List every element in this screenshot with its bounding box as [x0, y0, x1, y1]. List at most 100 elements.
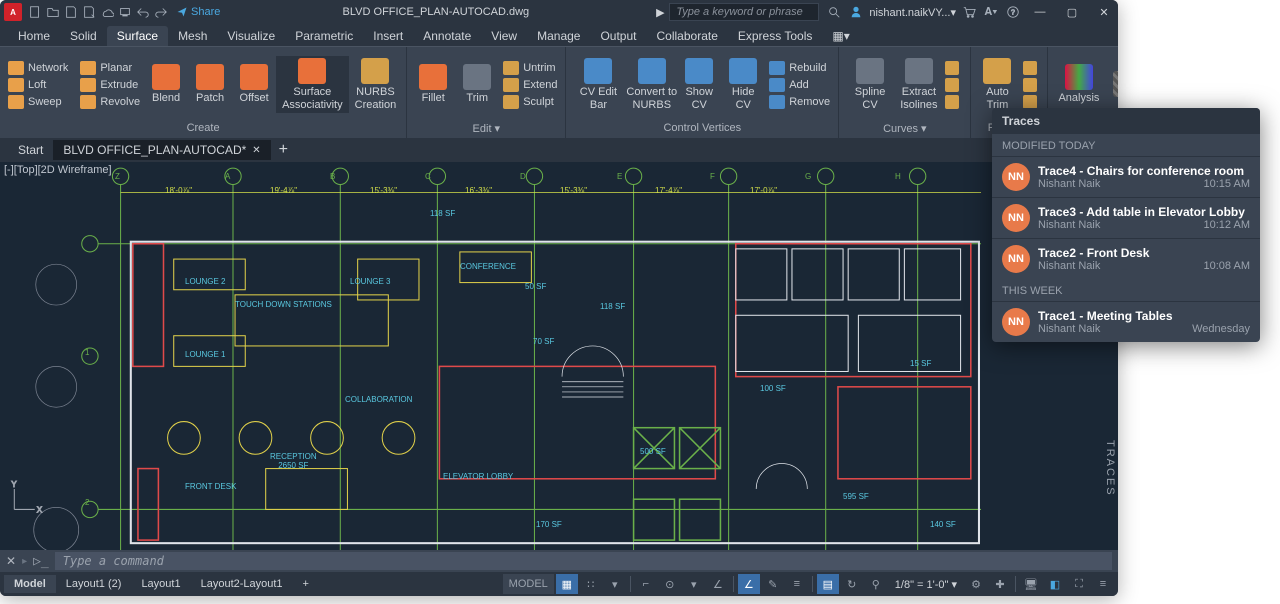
cart-icon[interactable]	[960, 3, 978, 21]
trace-item[interactable]: NN Trace2 - Front Desk Nishant Naik10:08…	[992, 238, 1260, 279]
username-label[interactable]: nishant.naikVY...▾	[869, 6, 956, 19]
app-logo-icon[interactable]: A	[4, 3, 22, 21]
close-tab-icon[interactable]: ✕	[252, 145, 260, 156]
dropdown-1[interactable]: ▾	[604, 574, 626, 594]
annotation-scale-icon[interactable]: ⚲	[865, 574, 887, 594]
autotrim-button[interactable]: Auto Trim	[975, 56, 1019, 112]
new-tab-button[interactable]: +	[271, 138, 296, 162]
snap-icon[interactable]: ∷	[580, 574, 602, 594]
customize-icon[interactable]: ≡	[1092, 574, 1114, 594]
untrim-button[interactable]: Untrim	[499, 60, 561, 76]
user-icon[interactable]	[847, 3, 865, 21]
share-button[interactable]: Share	[176, 6, 220, 18]
tab-express[interactable]: Express Tools	[728, 26, 822, 46]
layout-model[interactable]: Model	[4, 575, 56, 593]
new-icon[interactable]	[26, 3, 44, 21]
traces-tab-vertical[interactable]: TRACES	[1104, 440, 1116, 497]
tab-annotate[interactable]: Annotate	[413, 26, 481, 46]
tab-output[interactable]: Output	[590, 26, 646, 46]
polar-icon[interactable]: ⊙	[659, 574, 681, 594]
plot-icon[interactable]	[116, 3, 134, 21]
show-cv-button[interactable]: Show CV	[677, 56, 721, 112]
remove-cv-button[interactable]: Remove	[765, 94, 834, 110]
tab-home[interactable]: Home	[8, 26, 60, 46]
convert-nurbs-button[interactable]: Convert to NURBS	[626, 56, 677, 112]
command-input[interactable]: Type a command	[55, 552, 1112, 570]
open-icon[interactable]	[44, 3, 62, 21]
sculpt-button[interactable]: Sculpt	[499, 94, 561, 110]
hide-cv-button[interactable]: Hide CV	[721, 56, 765, 112]
model-space-button[interactable]: MODEL	[503, 574, 554, 594]
rebuild-button[interactable]: Rebuild	[765, 60, 834, 76]
lineweight-icon[interactable]: ≡	[786, 574, 808, 594]
offset-button[interactable]: Offset	[232, 62, 276, 106]
close-button[interactable]: ✕	[1090, 3, 1118, 21]
save-icon[interactable]	[62, 3, 80, 21]
undo-icon[interactable]	[134, 3, 152, 21]
osnap-icon[interactable]: ∠	[738, 574, 760, 594]
tab-visualize[interactable]: Visualize	[217, 26, 285, 46]
transparency-icon[interactable]: ▤	[817, 574, 839, 594]
gear-icon[interactable]: ⚙	[965, 574, 987, 594]
tab-surface[interactable]: Surface	[107, 26, 168, 46]
spline-cv-button[interactable]: Spline CV	[843, 56, 897, 112]
extrude-button[interactable]: Extrude	[76, 77, 144, 93]
extract-isolines-button[interactable]: Extract Isolines	[897, 56, 941, 112]
sweep-button[interactable]: Sweep	[4, 94, 72, 110]
maximize-button[interactable]: ▢	[1058, 3, 1086, 21]
blend-button[interactable]: Blend	[144, 62, 188, 106]
apps-icon[interactable]: 𝐀▾	[982, 3, 1000, 21]
extend-button[interactable]: Extend	[499, 77, 561, 93]
minimize-button[interactable]: —	[1026, 3, 1054, 21]
scale-display[interactable]: 1/8" = 1'-0" ▾	[889, 578, 963, 591]
tab-featured[interactable]: ▦▾	[822, 26, 859, 46]
search-input[interactable]: Type a keyword or phrase	[669, 3, 819, 21]
tab-mesh[interactable]: Mesh	[168, 26, 217, 46]
layout-1[interactable]: Layout1	[131, 575, 190, 593]
ortho-icon[interactable]: ⌐	[635, 574, 657, 594]
network-button[interactable]: Network	[4, 60, 72, 76]
trace-item[interactable]: NN Trace3 - Add table in Elevator Lobby …	[992, 197, 1260, 238]
cycling-icon[interactable]: ↻	[841, 574, 863, 594]
clean-icon[interactable]: ◧	[1044, 574, 1066, 594]
proj-opt2[interactable]	[1019, 77, 1043, 93]
planar-button[interactable]: Planar	[76, 60, 144, 76]
group-label-edit[interactable]: Edit ▾	[407, 122, 565, 138]
layout-add[interactable]: +	[293, 575, 319, 593]
tab-insert[interactable]: Insert	[363, 26, 413, 46]
dropdown-2[interactable]: ▾	[683, 574, 705, 594]
isolate-icon[interactable]: ✚	[989, 574, 1011, 594]
tab-manage[interactable]: Manage	[527, 26, 590, 46]
analysis-button[interactable]: Analysis	[1052, 62, 1105, 106]
layout-1-2[interactable]: Layout1 (2)	[56, 575, 132, 593]
saveas-icon[interactable]	[80, 3, 98, 21]
curve-opt3[interactable]	[941, 94, 967, 110]
help-icon[interactable]: ?	[1004, 3, 1022, 21]
otrack-icon[interactable]: ✎	[762, 574, 784, 594]
trace-item[interactable]: NN Trace1 - Meeting Tables Nishant NaikW…	[992, 301, 1260, 342]
curve-opt1[interactable]	[941, 60, 967, 76]
add-cv-button[interactable]: Add	[765, 77, 834, 93]
nurbs-creation-button[interactable]: NURBS Creation	[349, 56, 403, 112]
cmd-close-icon[interactable]: ✕	[6, 554, 16, 568]
redo-icon[interactable]	[152, 3, 170, 21]
surface-associativity-button[interactable]: Surface Associativity	[276, 56, 349, 112]
grid-icon[interactable]: ▦	[556, 574, 578, 594]
angle-icon[interactable]: ∠	[707, 574, 729, 594]
drawing-canvas[interactable]: [-][Top][2D Wireframe]	[0, 162, 1118, 550]
hardware-icon[interactable]: 🖥	[1020, 574, 1042, 594]
cv-editbar-button[interactable]: CV Edit Bar	[570, 56, 626, 112]
revolve-button[interactable]: Revolve	[76, 94, 144, 110]
tab-collaborate[interactable]: Collaborate	[647, 26, 728, 46]
analysis-more[interactable]	[1105, 69, 1118, 101]
loft-button[interactable]: Loft	[4, 77, 72, 93]
cmd-grip-icon[interactable]: ▸	[22, 556, 27, 567]
fullscreen-icon[interactable]: ⛶	[1068, 574, 1090, 594]
curve-opt2[interactable]	[941, 77, 967, 93]
patch-button[interactable]: Patch	[188, 62, 232, 106]
search-icon[interactable]	[825, 3, 843, 21]
tab-view[interactable]: View	[481, 26, 527, 46]
layout-2[interactable]: Layout2-Layout1	[191, 575, 293, 593]
fillet-button[interactable]: Fillet	[411, 62, 455, 106]
start-tab[interactable]: Start	[8, 140, 53, 160]
